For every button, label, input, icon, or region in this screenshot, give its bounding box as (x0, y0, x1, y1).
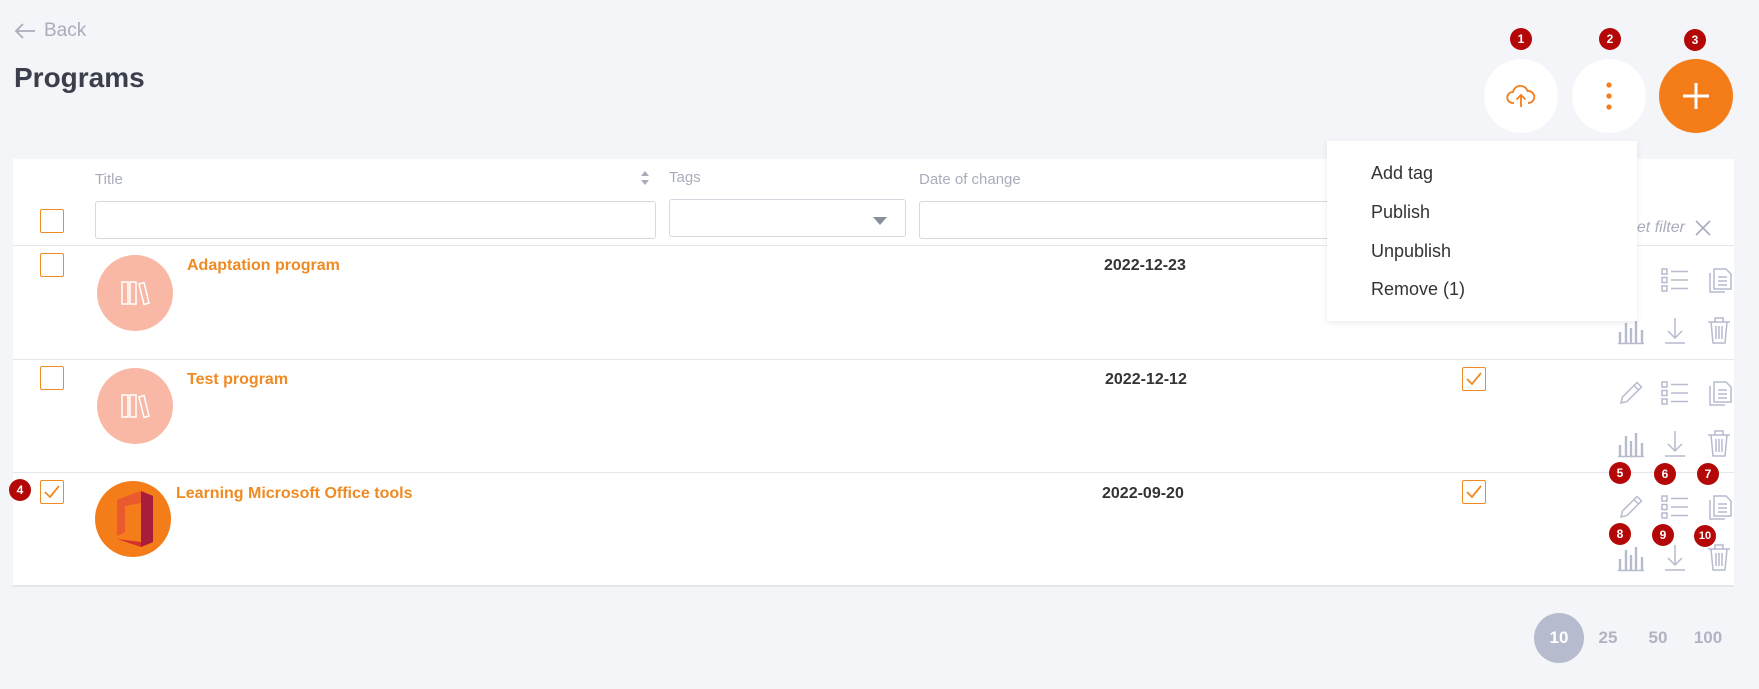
row-checkbox[interactable] (40, 366, 64, 390)
program-title-link[interactable]: Learning Microsoft Office tools (176, 485, 412, 503)
bar-chart-icon (1618, 433, 1644, 458)
menu-item-publish[interactable]: Publish (1371, 202, 1430, 223)
trash-icon (1708, 430, 1730, 457)
add-program-button[interactable] (1659, 59, 1733, 133)
copy-button[interactable] (1704, 265, 1734, 295)
back-link[interactable]: Back (14, 20, 86, 42)
copy-button[interactable] (1704, 378, 1734, 408)
row-divider (13, 472, 1734, 473)
checkmark-icon (44, 485, 60, 499)
program-avatar (95, 481, 171, 557)
trash-icon (1708, 317, 1730, 344)
program-title-link[interactable]: Test program (187, 371, 288, 389)
copy-icon (1709, 381, 1732, 406)
page-size-10[interactable]: 10 (1534, 613, 1584, 663)
program-title-link[interactable]: Adaptation program (187, 257, 340, 275)
checkmark-icon (1466, 485, 1482, 499)
download-button[interactable] (1660, 428, 1690, 458)
upload-button[interactable] (1484, 59, 1558, 133)
back-label: Back (44, 20, 87, 41)
annotation-badge: 10 (1694, 525, 1716, 547)
edit-button[interactable] (1616, 492, 1646, 522)
copy-icon (1709, 495, 1732, 520)
trash-icon (1708, 544, 1730, 571)
page-size-25[interactable]: 25 (1583, 613, 1633, 663)
page-size-100[interactable]: 100 (1683, 613, 1733, 663)
list-icon (1661, 381, 1688, 405)
annotation-badge: 9 (1652, 524, 1674, 546)
statistics-button[interactable] (1616, 542, 1646, 572)
title-filter-input[interactable] (95, 201, 656, 239)
menu-item-remove[interactable]: Remove (1) (1371, 279, 1465, 300)
column-header-tags: Tags (669, 169, 701, 186)
program-date: 2022-12-23 (1104, 257, 1186, 274)
cloud-upload-icon (1506, 84, 1536, 107)
details-list-button[interactable] (1660, 492, 1690, 522)
copy-icon (1709, 268, 1732, 293)
select-all-checkbox[interactable] (40, 209, 64, 233)
chevron-down-icon (873, 217, 887, 225)
plus-icon (1683, 83, 1709, 109)
row-checkbox[interactable] (40, 253, 64, 277)
annotation-badge: 6 (1654, 463, 1676, 485)
details-list-button[interactable] (1660, 265, 1690, 295)
statistics-button[interactable] (1616, 428, 1646, 458)
download-icon (1665, 318, 1685, 344)
annotation-badge: 1 (1510, 28, 1532, 50)
pencil-icon (1619, 495, 1643, 519)
sort-icon[interactable] (640, 170, 650, 186)
books-icon (121, 394, 150, 419)
download-button[interactable] (1660, 315, 1690, 345)
delete-button[interactable] (1704, 315, 1734, 345)
more-options-button[interactable] (1572, 59, 1646, 133)
list-icon (1661, 268, 1688, 292)
list-icon (1661, 495, 1688, 519)
annotation-badge: 4 (9, 479, 31, 501)
annotation-badge: 2 (1599, 28, 1621, 50)
annotation-badge: 3 (1684, 29, 1706, 51)
delete-button[interactable] (1704, 428, 1734, 458)
program-avatar (97, 368, 173, 444)
vertical-dots-icon (1606, 82, 1612, 110)
program-date: 2022-09-20 (1102, 485, 1184, 502)
copy-button[interactable] (1704, 492, 1734, 522)
menu-item-unpublish[interactable]: Unpublish (1371, 241, 1451, 262)
menu-item-add-tag[interactable]: Add tag (1371, 163, 1433, 184)
arrow-left-icon (14, 23, 35, 39)
page-title: Programs (14, 62, 145, 93)
published-checkbox[interactable] (1462, 480, 1486, 504)
delete-button[interactable] (1704, 542, 1734, 572)
annotation-badge: 7 (1697, 463, 1719, 485)
column-header-date: Date of change (919, 171, 1021, 188)
column-header-title[interactable]: Title (95, 171, 123, 188)
download-icon (1665, 431, 1685, 457)
checkmark-icon (1466, 372, 1482, 386)
row-checkbox[interactable] (40, 480, 64, 504)
program-avatar (97, 255, 173, 331)
pencil-icon (1619, 381, 1643, 405)
close-icon (1695, 220, 1711, 236)
download-button[interactable] (1660, 542, 1690, 572)
row-divider (13, 359, 1734, 360)
annotation-badge: 8 (1609, 523, 1631, 545)
program-date: 2022-12-12 (1105, 371, 1187, 388)
bar-chart-icon (1618, 547, 1644, 572)
published-checkbox[interactable] (1462, 367, 1486, 391)
edit-button[interactable] (1616, 378, 1646, 408)
download-icon (1665, 545, 1685, 571)
annotation-badge: 5 (1609, 462, 1631, 484)
details-list-button[interactable] (1660, 378, 1690, 408)
office-logo (117, 491, 153, 547)
page-size-50[interactable]: 50 (1633, 613, 1683, 663)
books-icon (121, 281, 150, 306)
tags-filter-select[interactable] (669, 199, 906, 237)
more-options-menu: Add tag Publish Unpublish Remove (1) (1327, 141, 1637, 321)
date-filter-input[interactable] (919, 201, 1349, 239)
